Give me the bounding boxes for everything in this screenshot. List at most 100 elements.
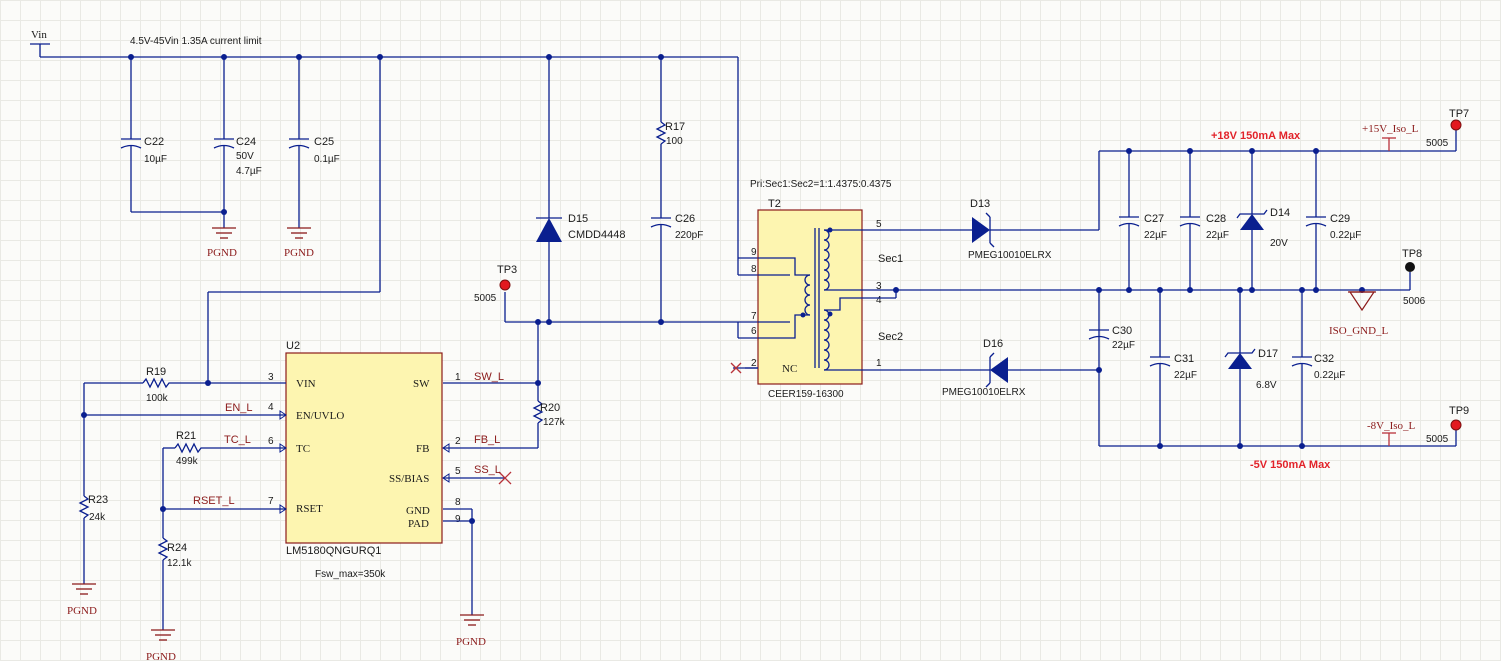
u2-pin-pad: PAD [408, 518, 429, 530]
tp3-value: 5005 [474, 293, 497, 304]
t2-ref: T2 [768, 198, 781, 210]
pgnd-label: PGND [67, 605, 97, 617]
u2-pinnum: 6 [268, 436, 274, 447]
u2-pin-ss: SS/BIAS [389, 473, 429, 485]
tp8-ref: TP8 [1402, 248, 1422, 260]
resistor-r24[interactable]: R24 12.1k [157, 537, 192, 630]
u2-pinnum: 7 [268, 496, 274, 507]
ground-symbol: PGND [67, 583, 97, 617]
ground-symbol: PGND [146, 629, 176, 661]
resistor-r23[interactable]: R23 24k [78, 494, 108, 584]
capacitor-c32[interactable]: C32 0.22µF [1291, 290, 1345, 446]
capacitor-c27[interactable]: C27 22µF [1118, 151, 1167, 290]
capacitor-c31[interactable]: C31 22µF [1149, 290, 1197, 446]
r21-ref: R21 [176, 430, 196, 442]
vin-port[interactable]: Vin [30, 29, 50, 57]
d15-ref: D15 [568, 213, 588, 225]
resistor-r19[interactable]: R19 100k [142, 366, 172, 404]
test-point-tp9[interactable]: TP9 5005 [1426, 405, 1469, 445]
pgnd-label: PGND [456, 636, 486, 648]
tp8-value: 5006 [1403, 296, 1426, 307]
u2-pin-en: EN/UVLO [296, 410, 344, 422]
iso-ground-wires [862, 287, 1410, 299]
ic-u2[interactable]: U2 VIN EN/UVLO TC RSET SW FB SS/BIAS GND… [268, 340, 461, 580]
transformer-ratio: Pri:Sec1:Sec2=1:1.4375:0.4375 [750, 179, 892, 190]
c24-ref: C24 [236, 136, 256, 148]
t2-part: CEER159-16300 [768, 389, 844, 400]
d16-ref: D16 [983, 338, 1003, 350]
r19-value: 100k [146, 393, 169, 404]
test-point-tp8[interactable]: TP8 5006 [1402, 248, 1426, 307]
c27-value: 22µF [1144, 230, 1167, 241]
neg-out-label: -8V_Iso_L [1367, 420, 1416, 432]
u2-pinnum: 3 [268, 372, 274, 383]
pgnd-label: PGND [207, 247, 237, 259]
u2-pinnum: 9 [455, 514, 461, 525]
test-point-tp7[interactable]: TP7 5005 [1426, 108, 1469, 149]
t2-sec2-label: Sec2 [878, 331, 903, 343]
zener-d14[interactable]: D14 20V [1236, 151, 1290, 290]
tp7-value: 5005 [1426, 138, 1449, 149]
d13-ref: D13 [970, 198, 990, 210]
ground-symbol: PGND [207, 227, 237, 259]
u2-pinnum: 8 [455, 497, 461, 508]
c22-value: 10µF [144, 154, 167, 165]
d14-value: 20V [1270, 238, 1288, 249]
capacitor-c30[interactable]: C30 22µF [1088, 325, 1135, 351]
u2-pinnum: 1 [455, 372, 461, 383]
tp7-ref: TP7 [1449, 108, 1469, 120]
port-neg-out[interactable]: -8V_Iso_L [1367, 420, 1416, 446]
u2-ref: U2 [286, 340, 300, 352]
r21-value: 499k [176, 456, 199, 467]
port-pos-out[interactable]: +15V_Iso_L [1362, 123, 1419, 151]
c26-ref: C26 [675, 213, 695, 225]
d15-value: CMDD4448 [568, 229, 625, 241]
r17-value: 100 [666, 136, 683, 147]
vin-label: Vin [31, 29, 47, 41]
pgnd-label: PGND [146, 651, 176, 661]
tp9-value: 5005 [1426, 434, 1449, 445]
c28-ref: C28 [1206, 213, 1226, 225]
t2-pinnum: 1 [876, 358, 882, 369]
capacitor-c26[interactable]: C26 220pF [650, 213, 703, 322]
net-sw: SW_L [474, 371, 504, 383]
t2-sec1-label: Sec1 [878, 253, 903, 265]
capacitor-c22[interactable]: C22 10µF [120, 57, 224, 213]
diode-d15[interactable]: D15 CMDD4448 [536, 57, 625, 322]
t2-pinnum: 7 [751, 311, 757, 322]
zener-d17[interactable]: D17 6.8V [1224, 290, 1278, 446]
resistor-r20[interactable]: R20 127k [443, 400, 566, 449]
u2-pin-rset: RSET [296, 503, 323, 515]
c25-ref: C25 [314, 136, 334, 148]
c32-value: 0.22µF [1314, 370, 1345, 381]
ground-symbol: PGND [284, 227, 314, 259]
r20-value: 127k [543, 417, 566, 428]
t2-pinnum: 6 [751, 326, 757, 337]
c24-rating: 50V [236, 151, 254, 162]
pos-out-label: +15V_Iso_L [1362, 123, 1419, 135]
capacitor-c28[interactable]: C28 22µF [1179, 151, 1229, 290]
net-ss: SS_L [474, 464, 501, 476]
net-rset: RSET_L [193, 495, 235, 507]
capacitor-c25[interactable]: C25 0.1µF [288, 57, 340, 228]
u2-pinnum: 4 [268, 402, 274, 413]
capacitor-c24[interactable]: C24 50V 4.7µF [213, 57, 262, 228]
d14-ref: D14 [1270, 207, 1290, 219]
resistor-r17[interactable]: R17 100 [655, 57, 685, 218]
r23-value: 24k [89, 512, 106, 523]
diode-d16[interactable]: D16 PMEG10010ELRX [942, 338, 1026, 398]
t2-pinnum: 8 [751, 264, 757, 275]
r23-ref: R23 [88, 494, 108, 506]
c29-value: 0.22µF [1330, 230, 1361, 241]
pgnd-label: PGND [284, 247, 314, 259]
u2-pinnum: 5 [455, 466, 461, 477]
schematic-canvas: Vin 4.5V-45Vin 1.35A current limit C22 1… [30, 29, 1469, 661]
test-point-tp3[interactable]: TP3 5005 [474, 264, 517, 304]
u2-pin-tc: TC [296, 443, 310, 455]
d13-value: PMEG10010ELRX [968, 250, 1052, 261]
resistor-r21[interactable]: R21 499k [174, 430, 204, 467]
capacitor-c29[interactable]: C29 0.22µF [1305, 151, 1361, 290]
r24-value: 12.1k [167, 558, 192, 569]
vin-feed-wire [205, 57, 381, 386]
schematic-sheet: Vin 4.5V-45Vin 1.35A current limit C22 1… [0, 0, 1501, 661]
